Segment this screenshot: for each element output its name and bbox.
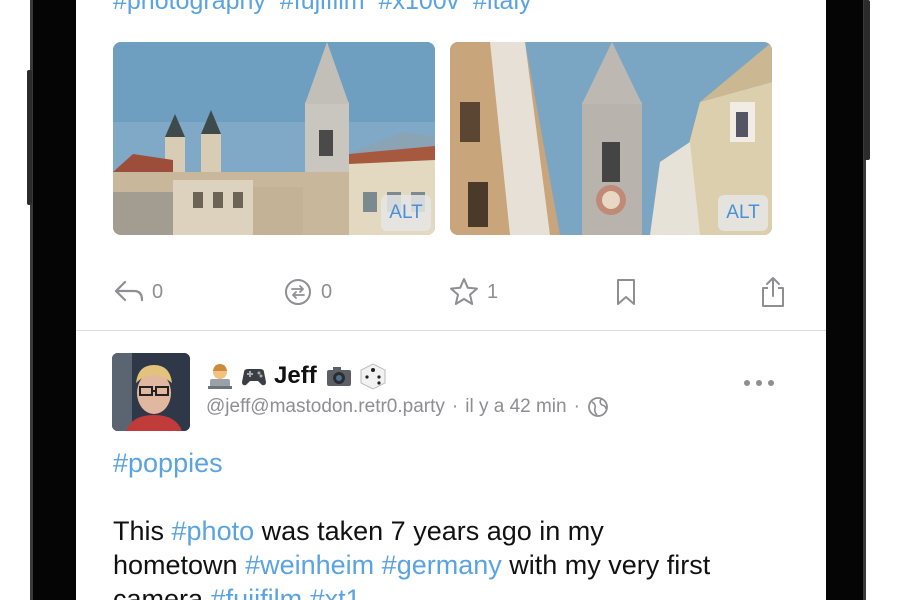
reply-count: 0 (152, 280, 164, 303)
share-button[interactable] (759, 274, 787, 310)
author-handle[interactable]: @jeff@mastodon.retr0.party (206, 396, 445, 418)
favorite-count: 1 (487, 280, 499, 303)
ellipsis-dot (744, 380, 750, 386)
meta-separator: · (573, 396, 580, 417)
alt-text-badge[interactable]: ALT (381, 195, 431, 231)
post-text: This (113, 516, 172, 546)
author-name-row[interactable]: Jeff (206, 362, 393, 390)
favorite-button[interactable]: 1 (449, 274, 498, 310)
bookmark-icon (617, 279, 635, 305)
hashtag-link[interactable]: #photography (113, 0, 266, 15)
boost-button[interactable]: 0 (283, 274, 332, 310)
post-text: with my very first (501, 550, 711, 580)
reply-icon (114, 280, 144, 302)
hashtag-link[interactable]: #italy (473, 0, 531, 15)
hashtag-link[interactable]: #xt1 (310, 584, 361, 600)
meta-separator: · (451, 396, 459, 417)
phone-side-button (27, 70, 32, 205)
post-text (374, 550, 382, 580)
camera-emoji-icon (326, 367, 351, 386)
globe-icon (588, 397, 608, 417)
hashtag-link[interactable]: #weinheim (245, 550, 374, 580)
author-meta-row: @jeff@mastodon.retr0.party · il y a 42 m… (206, 396, 609, 418)
share-icon (762, 277, 784, 307)
hashtag-link[interactable]: #germany (382, 550, 502, 580)
game-controller-emoji-icon (242, 369, 266, 386)
hashtag-link[interactable]: #fujifilm (211, 584, 303, 600)
media-attachment-1[interactable]: ALT (113, 42, 435, 235)
boost-icon (285, 279, 311, 305)
alt-text-badge[interactable]: ALT (718, 195, 768, 231)
post-text: was taken 7 years ago in my (254, 516, 604, 546)
hashtag-link[interactable]: #poppies (113, 448, 223, 478)
phone-frame-left (30, 0, 76, 600)
bookmark-button[interactable] (614, 274, 638, 310)
post-text: camera (113, 584, 211, 600)
phone-power-button (864, 0, 870, 160)
post-text (302, 584, 310, 600)
post-timestamp[interactable]: il y a 42 min (465, 396, 566, 418)
timeline-screen: #photography #fujifilm #x100v #italy ALT… (76, 0, 826, 600)
dice-emoji-icon (360, 363, 386, 390)
boost-count: 0 (321, 280, 333, 303)
media-attachment-2[interactable]: ALT (450, 42, 772, 235)
hashtag-link[interactable]: #x100v (379, 0, 460, 15)
avatar[interactable] (112, 353, 190, 431)
hashtag-link[interactable]: #fujifilm (280, 0, 365, 15)
ellipsis-dot (768, 380, 774, 386)
technologist-emoji-icon (208, 364, 232, 389)
ellipsis-dot (756, 380, 762, 386)
post-content: #poppies This #photo was taken 7 years a… (113, 446, 803, 600)
author-display-name: Jeff (274, 362, 317, 389)
previous-post-hashtags: #photography #fujifilm #x100v #italy (113, 0, 532, 16)
reply-button[interactable]: 0 (114, 274, 163, 310)
post-text: hometown (113, 550, 246, 580)
post-divider (76, 330, 826, 331)
phone-frame-right (826, 0, 866, 600)
more-options-button[interactable] (744, 370, 774, 396)
star-icon (450, 278, 478, 305)
hashtag-link[interactable]: #photo (172, 516, 255, 546)
avatar-image (112, 353, 190, 431)
